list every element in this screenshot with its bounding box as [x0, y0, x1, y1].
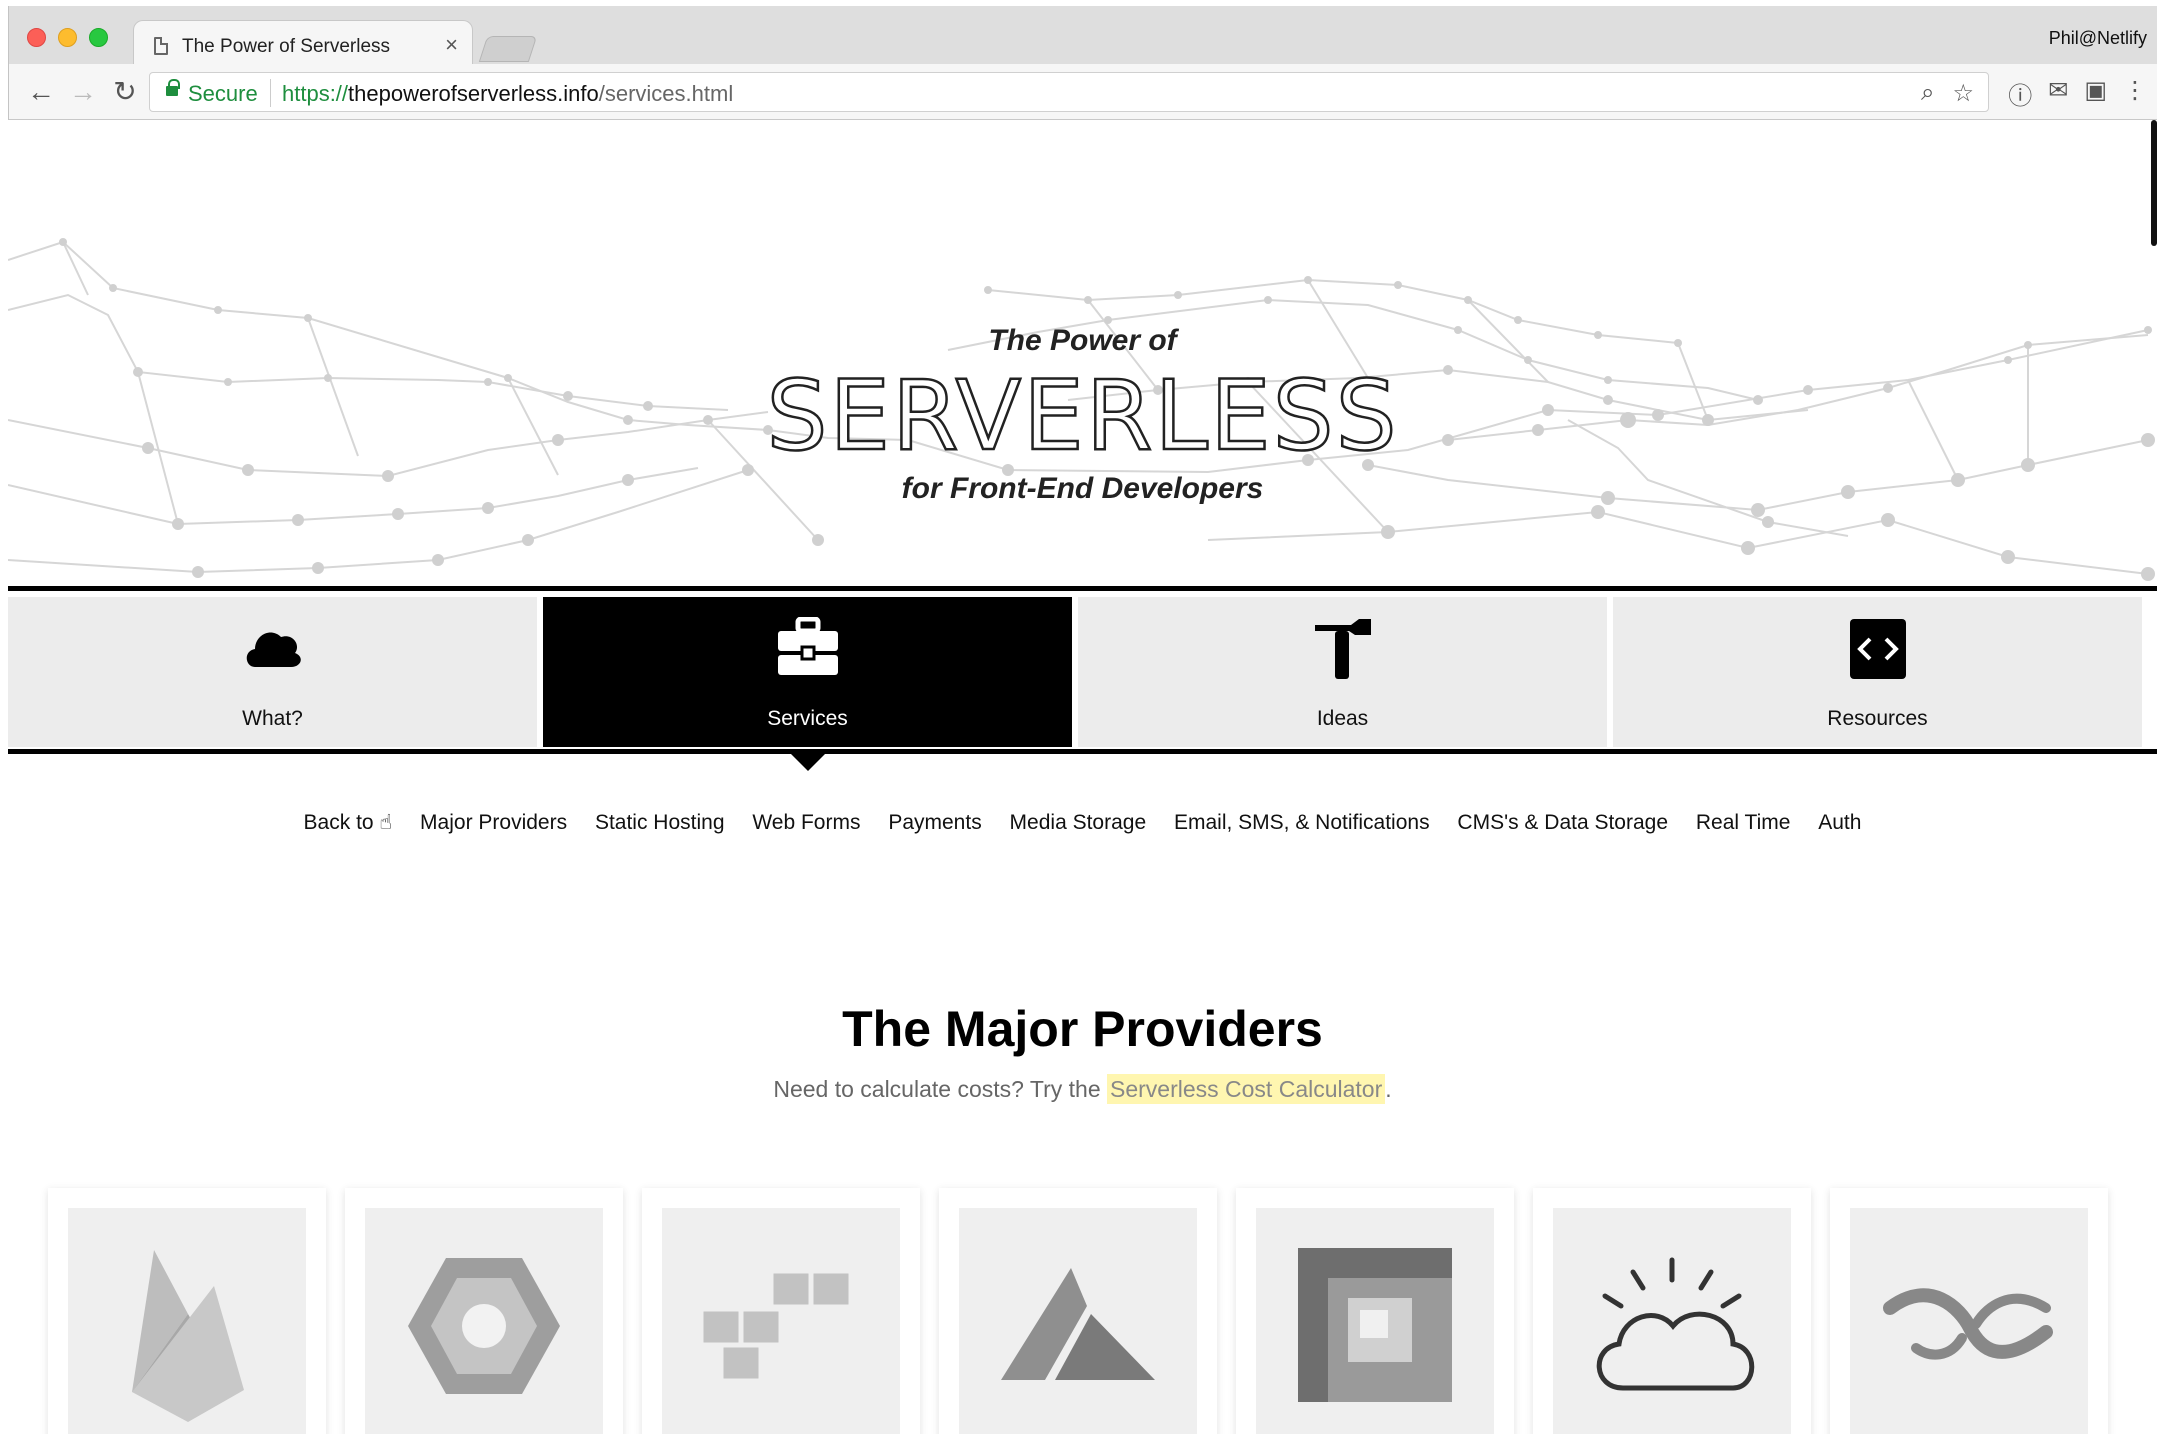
menu-kebab-icon[interactable]: ⋮ — [2123, 76, 2147, 111]
reload-icon[interactable]: ↻ — [107, 74, 143, 110]
info-extension-icon[interactable]: ⓘ — [2008, 76, 2032, 111]
subnav-media-storage[interactable]: Media Storage — [1010, 811, 1147, 835]
subnav-static-hosting[interactable]: Static Hosting — [595, 811, 725, 835]
square-logo-icon — [1298, 1248, 1452, 1402]
firebase-logo-icon — [132, 1250, 244, 1422]
provider-card-google-cloud[interactable] — [345, 1188, 623, 1434]
provider-card-square[interactable] — [1236, 1188, 1514, 1434]
subnav-major-providers[interactable]: Major Providers — [420, 811, 567, 835]
profile-name[interactable]: Phil@Netlify — [2049, 28, 2147, 49]
nav-tile-ideas[interactable]: Ideas — [1078, 597, 1607, 747]
minimize-window-button[interactable] — [58, 28, 77, 47]
document-icon — [154, 37, 168, 55]
back-arrow-icon[interactable]: ← — [23, 74, 59, 110]
forward-arrow-icon[interactable]: → — [65, 74, 101, 110]
provider-card-webtask[interactable] — [1830, 1188, 2108, 1434]
url-path: /services.html — [598, 81, 734, 106]
url-text[interactable]: https://thepowerofserverless.info/servic… — [282, 81, 733, 107]
subtitle-prefix: Need to calculate costs? Try the — [773, 1076, 1107, 1102]
subnav-real-time[interactable]: Real Time — [1696, 811, 1791, 835]
nav-tile-label: What? — [242, 707, 303, 730]
zoom-icon[interactable]: ⌕ — [1921, 79, 1934, 108]
provider-logo-box — [365, 1208, 603, 1434]
provider-cards — [48, 1188, 2128, 1434]
window-controls — [27, 28, 108, 47]
tab-close-icon[interactable]: × — [445, 32, 458, 58]
secure-label: Secure — [188, 81, 258, 106]
maximize-window-button[interactable] — [89, 28, 108, 47]
browser-window-chrome: The Power of Serverless × Phil@Netlify ←… — [8, 6, 2157, 120]
hero-title: SERVERLESS — [765, 359, 1399, 474]
page-content: The Power of SERVERLESS for Front-End De… — [8, 120, 2157, 1434]
subnav-notifications[interactable]: Email, SMS, & Notifications — [1174, 811, 1430, 835]
nav-tile-resources[interactable]: Resources — [1613, 597, 2142, 747]
hero-pre-title: The Power of — [988, 324, 1177, 357]
provider-logo-box — [1850, 1208, 2088, 1434]
azure-logo-icon — [1001, 1268, 1155, 1380]
subtitle-suffix: . — [1385, 1076, 1392, 1102]
bookmark-star-icon[interactable]: ☆ — [1952, 79, 1974, 108]
provider-logo-box — [1256, 1208, 1494, 1434]
extension-icons: ⓘ ✉ ▣ ⋮ — [2008, 76, 2147, 111]
subnav-web-forms[interactable]: Web Forms — [752, 811, 860, 835]
nav-tile-label: Resources — [1827, 707, 1928, 730]
url-scheme: https:// — [282, 81, 349, 106]
webtask-logo-icon — [1883, 1288, 2053, 1360]
hero-subtitle: for Front-End Developers — [901, 472, 1264, 505]
section-title: The Major Providers — [842, 1001, 1323, 1057]
new-tab-button[interactable] — [478, 36, 538, 62]
subnav-auth[interactable]: Auth — [1818, 811, 1861, 835]
google-cloud-logo-icon — [408, 1258, 560, 1394]
section-subtitle: Need to calculate costs? Try the Serverl… — [8, 1074, 2157, 1104]
lock-icon — [166, 79, 180, 96]
provider-card-ibm-cloud[interactable] — [1533, 1188, 1811, 1434]
cost-calculator-link[interactable]: Serverless Cost Calculator — [1107, 1074, 1386, 1104]
subnav-payments[interactable]: Payments — [888, 811, 981, 835]
subnav-cms-data-storage[interactable]: CMS's & Data Storage — [1457, 811, 1668, 835]
hero-banner: The Power of SERVERLESS for Front-End De… — [8, 120, 2157, 586]
ibm-cloud-logo-icon — [1596, 1257, 1755, 1391]
nav-tile-what[interactable]: What? — [8, 597, 537, 747]
url-separator — [270, 79, 271, 107]
main-nav: What? Services Ideas Resources — [8, 586, 2157, 771]
subnav-back-to-top[interactable]: Back to ☝ — [304, 810, 393, 835]
address-bar-icons: ⌕ ☆ — [1921, 79, 1974, 108]
code-book-icon — [1849, 619, 1906, 679]
nav-tile-label: Services — [767, 707, 848, 730]
nav-tile-label: Ideas — [1316, 707, 1369, 730]
provider-logo-box — [1553, 1208, 1791, 1434]
close-window-button[interactable] — [27, 28, 46, 47]
nav-tile-services[interactable]: Services — [543, 597, 1072, 771]
address-bar[interactable]: Secure https://thepowerofserverless.info… — [149, 72, 1989, 112]
provider-logo-box — [68, 1208, 306, 1434]
url-host: thepowerofserverless.info — [348, 81, 599, 106]
tab-title: The Power of Serverless — [182, 36, 391, 57]
provider-card-azure[interactable] — [939, 1188, 1217, 1434]
browser-tab-active[interactable]: The Power of Serverless × — [133, 20, 473, 70]
provider-logo-box — [959, 1208, 1197, 1434]
briefcase-icon — [777, 617, 838, 675]
provider-logo-box — [662, 1208, 900, 1434]
cloud-icon — [246, 632, 301, 667]
extension-icon[interactable]: ▣ — [2084, 76, 2107, 111]
provider-card-aws[interactable] — [642, 1188, 920, 1434]
aws-lambda-logo-icon — [700, 1270, 852, 1382]
browser-toolbar: ← → ↻ Secure https://thepowerofserverles… — [9, 64, 2157, 120]
services-subnav: Back to ☝ Major Providers Static Hosting… — [8, 810, 2157, 835]
hammer-icon — [1314, 619, 1371, 679]
mail-extension-icon[interactable]: ✉ — [2048, 76, 2068, 111]
provider-card-firebase[interactable] — [48, 1188, 326, 1434]
